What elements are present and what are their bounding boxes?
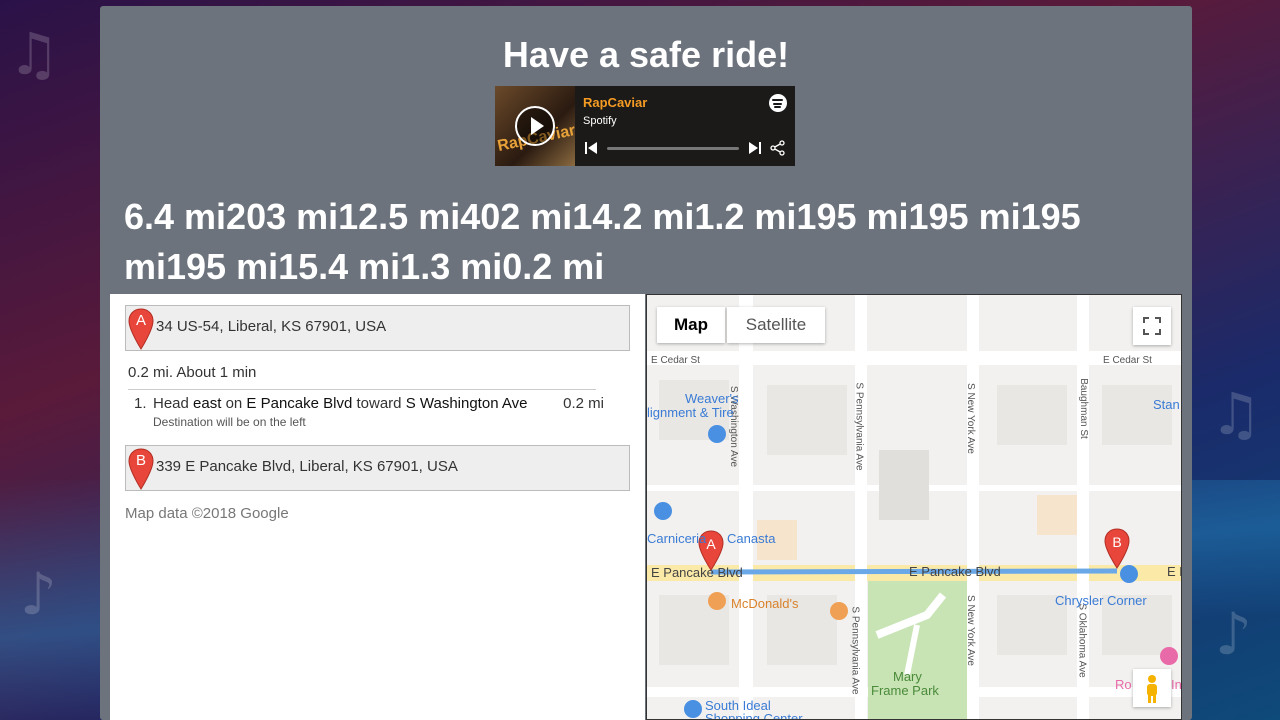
music-note-decoration: ♫ bbox=[8, 20, 60, 88]
street-label: E P bbox=[1167, 564, 1181, 579]
map-marker-a[interactable]: A bbox=[705, 536, 717, 552]
place-label[interactable]: Carniceria bbox=[647, 531, 706, 546]
place-label[interactable]: Canasta bbox=[727, 531, 775, 546]
fullscreen-icon[interactable] bbox=[1133, 307, 1171, 345]
place-label[interactable]: McDonald's bbox=[731, 596, 799, 611]
route-summary: 0.2 mi. About 1 min bbox=[128, 364, 257, 381]
street-label: E Cedar St bbox=[651, 355, 700, 366]
step-number: 1. bbox=[134, 395, 147, 412]
music-note-decoration: ♪ bbox=[1215, 600, 1253, 668]
place-label[interactable]: Ro bbox=[1115, 677, 1132, 692]
street-label: S New York Ave bbox=[964, 595, 976, 666]
playback-progress-bar[interactable] bbox=[607, 147, 739, 150]
spotify-logo-icon[interactable] bbox=[769, 94, 787, 112]
step-distance: 0.2 mi bbox=[563, 395, 604, 412]
place-label[interactable]: Frame Park bbox=[871, 683, 939, 698]
end-address[interactable]: B 339 E Pancake Blvd, Liberal, KS 67901,… bbox=[125, 445, 630, 491]
place-label[interactable]: lignment & Tire bbox=[647, 405, 734, 420]
marker-b-label: B bbox=[135, 452, 146, 469]
step-instruction: Head east on E Pancake Blvd toward S Was… bbox=[153, 395, 528, 412]
place-label[interactable]: Weaver's bbox=[685, 391, 739, 406]
main-panel: Have a safe ride! RapCaviar RapCaviar Sp… bbox=[100, 6, 1192, 720]
street-label: E Pancake Blvd bbox=[909, 564, 1001, 579]
playlist-name[interactable]: RapCaviar bbox=[583, 95, 647, 110]
start-address-text: 34 US-54, Liberal, KS 67901, USA bbox=[156, 318, 387, 335]
place-label[interactable]: In bbox=[1171, 677, 1181, 692]
distances-list: 6.4 mi203 mi12.5 mi402 mi14.2 mi1.2 mi19… bbox=[124, 196, 1081, 287]
street-label: S Pennsylvania Ave bbox=[853, 382, 865, 471]
next-track-icon[interactable] bbox=[749, 142, 761, 154]
playlist-source: Spotify bbox=[583, 115, 617, 127]
street-view-pegman-icon[interactable] bbox=[1133, 669, 1171, 707]
directions-panel: A 34 US-54, Liberal, KS 67901, USA 0.2 m… bbox=[110, 294, 645, 720]
street-label: Baughman St bbox=[1077, 378, 1089, 439]
previous-track-icon[interactable] bbox=[585, 142, 597, 154]
music-note-decoration: ♫ bbox=[1210, 380, 1262, 448]
street-label: S New York Ave bbox=[964, 383, 976, 454]
street-label: E Pancake Blvd bbox=[651, 565, 743, 580]
map-copyright: Map data ©2018 Google bbox=[125, 505, 289, 522]
marker-a-label: A bbox=[135, 312, 146, 329]
step-note: Destination will be on the left bbox=[153, 415, 306, 429]
page-title: Have a safe ride! bbox=[502, 34, 790, 75]
map-type-map-button[interactable]: Map bbox=[657, 307, 725, 343]
playlist-cover: RapCaviar bbox=[495, 86, 577, 166]
place-label[interactable]: Chrysler Corner bbox=[1055, 593, 1147, 608]
play-icon[interactable] bbox=[515, 106, 555, 146]
place-label[interactable]: Shopping Center bbox=[705, 711, 803, 719]
google-map[interactable]: A B Map Satellite E Cedar St E Cedar St … bbox=[646, 294, 1182, 720]
place-label[interactable]: Stan bbox=[1153, 397, 1180, 412]
map-marker-b[interactable]: B bbox=[1111, 534, 1123, 550]
end-address-text: 339 E Pancake Blvd, Liberal, KS 67901, U… bbox=[156, 458, 458, 475]
place-label[interactable]: Mary bbox=[893, 669, 922, 684]
divider bbox=[128, 389, 596, 390]
start-address[interactable]: A 34 US-54, Liberal, KS 67901, USA bbox=[125, 305, 630, 351]
share-icon[interactable] bbox=[770, 140, 786, 156]
street-label: E Cedar St bbox=[1103, 355, 1152, 366]
street-label: S Oklahoma Ave bbox=[1076, 603, 1088, 678]
map-canvas[interactable] bbox=[647, 295, 1182, 720]
spotify-player[interactable]: RapCaviar RapCaviar Spotify bbox=[495, 86, 795, 166]
street-label: S Pennsylvania Ave bbox=[849, 606, 861, 695]
music-note-decoration: ♪ bbox=[20, 560, 58, 628]
map-type-satellite-button[interactable]: Satellite bbox=[727, 307, 825, 343]
